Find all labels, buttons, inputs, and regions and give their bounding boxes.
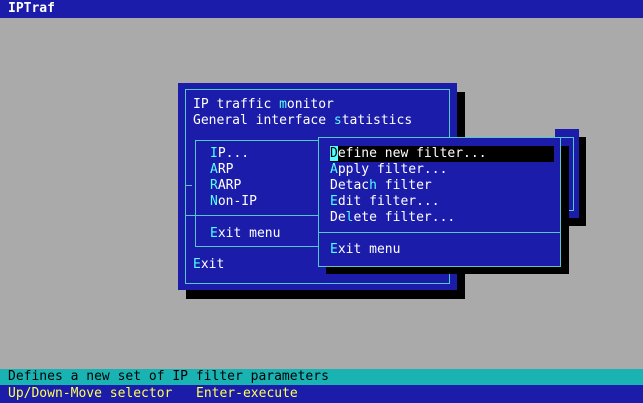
protocol-item-non-ip[interactable]: Non-IP <box>210 194 257 210</box>
key-hints-bar: Up/Down-Move selector Enter-execute <box>0 385 643 403</box>
app-title: IPTraf <box>8 1 55 16</box>
filter-item-apply[interactable]: Apply filter... <box>330 162 447 178</box>
menu-item-ip-traffic-monitor[interactable]: IP traffic monitor <box>193 97 334 113</box>
filter-item-define-new[interactable]: Define new filter... <box>330 146 554 162</box>
filter-item-delete[interactable]: Delete filter... <box>330 210 455 226</box>
status-text: Defines a new set of IP filter parameter… <box>8 369 329 384</box>
protocol-item-arp[interactable]: ARP <box>210 162 233 178</box>
protocol-menu-tick <box>186 185 192 186</box>
filter-item-exit-menu[interactable]: Exit menu <box>330 242 400 258</box>
filter-item-detach[interactable]: Detach filter <box>330 178 432 194</box>
menu-item-general-interface-statistics[interactable]: General interface statistics <box>193 113 412 129</box>
protocol-item-exit-menu[interactable]: Exit menu <box>210 226 280 242</box>
hint-enter-execute: Enter-execute <box>196 386 298 401</box>
protocol-item-rarp[interactable]: RARP <box>210 178 241 194</box>
filter-menu-divider <box>318 232 561 233</box>
protocol-menu-divider <box>186 215 321 216</box>
protocol-menu: IP... ARP RARP Non-IP Exit menu <box>186 137 326 251</box>
hint-move-selector: Up/Down-Move selector <box>8 386 173 401</box>
status-bar: Defines a new set of IP filter parameter… <box>0 369 643 385</box>
menu-item-exit[interactable]: Exit <box>193 257 224 273</box>
filter-item-edit[interactable]: Edit filter... <box>330 194 440 210</box>
title-bar: IPTraf <box>0 0 643 18</box>
filter-menu-window: Define new filter... Apply filter... Det… <box>318 137 561 267</box>
protocol-item-ip[interactable]: IP... <box>210 146 249 162</box>
